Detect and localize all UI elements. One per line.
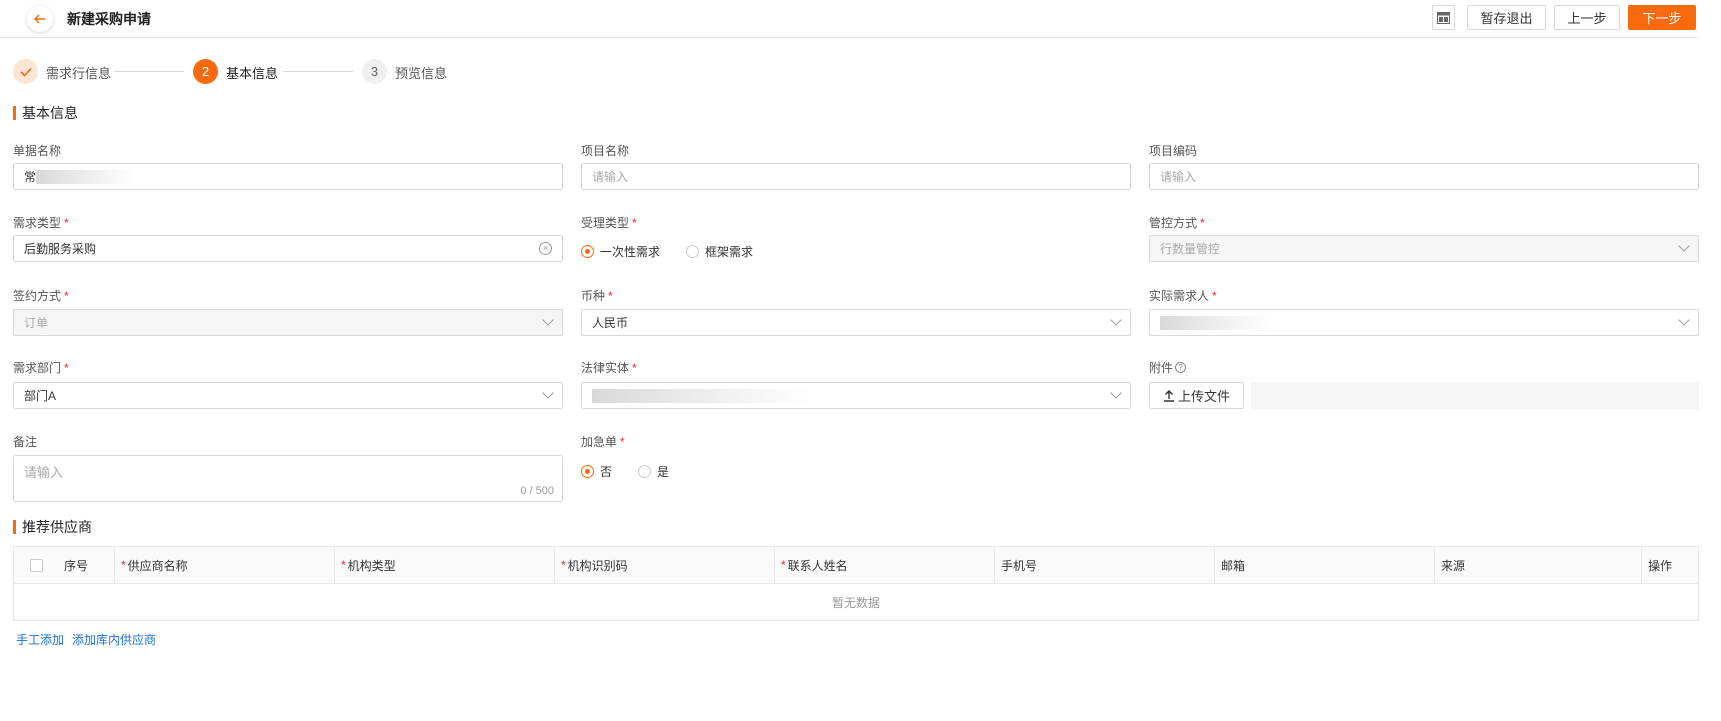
radio-urgent-yes[interactable]: 是 bbox=[638, 463, 669, 480]
urgent-radio-group: 否 是 bbox=[581, 463, 695, 480]
upload-file-button[interactable]: 上传文件 bbox=[1149, 382, 1244, 409]
col-index: 序号 bbox=[64, 558, 89, 573]
chevron-down-icon bbox=[1110, 314, 1122, 326]
project-code-placeholder: 请输入 bbox=[1160, 170, 1197, 184]
chevron-down-icon bbox=[1110, 387, 1122, 399]
currency-value: 人民币 bbox=[592, 316, 629, 330]
chevron-down-icon bbox=[542, 314, 554, 326]
add-from-library-link[interactable]: 添加库内供应商 bbox=[72, 631, 156, 648]
doc-name-input[interactable]: 常 bbox=[13, 163, 563, 190]
project-name-input[interactable]: 请输入 bbox=[581, 163, 1131, 190]
step-3-label: 预览信息 bbox=[395, 66, 448, 81]
prev-step-button[interactable]: 上一步 bbox=[1554, 5, 1620, 30]
step-1-circle bbox=[13, 59, 38, 84]
remark-placeholder: 请输入 bbox=[24, 465, 64, 480]
radio-unchecked-icon bbox=[638, 465, 652, 478]
legal-entity-label: 法律实体 * bbox=[581, 361, 637, 375]
col-phone: 手机号 bbox=[995, 547, 1215, 583]
clear-icon[interactable]: × bbox=[539, 242, 552, 255]
remark-char-counter: 0 / 500 bbox=[520, 485, 554, 497]
select-all-cell: 序号 bbox=[14, 547, 115, 583]
step-2-label: 基本信息 bbox=[226, 66, 279, 81]
actual-requester-label: 实际需求人 * bbox=[1149, 289, 1217, 303]
col-source: 来源 bbox=[1435, 547, 1642, 583]
sign-mode-value: 订单 bbox=[24, 316, 49, 330]
control-mode-value: 行数量管控 bbox=[1160, 242, 1221, 256]
project-code-label: 项目编码 bbox=[1149, 144, 1198, 158]
back-button[interactable] bbox=[27, 6, 53, 32]
remark-textarea[interactable]: 请输入 0 / 500 bbox=[13, 455, 563, 502]
currency-select[interactable]: 人民币 bbox=[581, 309, 1131, 336]
project-code-input[interactable]: 请输入 bbox=[1149, 163, 1699, 190]
save-exit-button[interactable]: 暂存退出 bbox=[1467, 5, 1546, 30]
attachment-label: 附件 ? bbox=[1149, 359, 1187, 376]
radio-one-time[interactable]: 一次性需求 bbox=[581, 243, 660, 260]
radio-urgent-no[interactable]: 否 bbox=[581, 463, 612, 480]
table-header: 序号 * 供应商名称 * 机构类型 * 机构识别码 * 联系人姓名 手机号 邮箱 来源 … bbox=[14, 547, 1698, 584]
project-name-placeholder: 请输入 bbox=[592, 170, 629, 184]
help-icon[interactable]: ? bbox=[1175, 362, 1187, 373]
control-mode-label: 管控方式 * bbox=[1149, 216, 1205, 230]
page-header: 新建采购申请 暂存退出 上一步 下一步 bbox=[0, 0, 1700, 38]
accept-type-label: 受理类型 * bbox=[581, 216, 637, 230]
doc-name-value: 常 bbox=[24, 170, 37, 184]
section-title-suppliers: 推荐供应商 bbox=[13, 520, 92, 534]
radio-framework[interactable]: 框架需求 bbox=[686, 243, 753, 260]
demand-type-value: 后勤服务采购 bbox=[24, 242, 97, 256]
arrow-left-icon bbox=[34, 14, 45, 24]
step-3-circle: 3 bbox=[362, 59, 387, 84]
demand-dept-select[interactable]: 部门A bbox=[13, 382, 563, 409]
demand-type-label: 需求类型 * bbox=[13, 216, 69, 230]
upload-icon bbox=[1163, 389, 1174, 402]
layout-button[interactable] bbox=[1432, 5, 1455, 30]
section-title-basic-info: 基本信息 bbox=[13, 106, 78, 120]
next-step-button[interactable]: 下一步 bbox=[1628, 5, 1696, 30]
project-name-label: 项目名称 bbox=[581, 144, 630, 158]
supplier-table: 序号 * 供应商名称 * 机构类型 * 机构识别码 * 联系人姓名 手机号 邮箱 来源 … bbox=[13, 546, 1699, 621]
step-divider bbox=[283, 71, 353, 72]
step-divider bbox=[114, 71, 184, 72]
control-mode-select: 行数量管控 bbox=[1149, 235, 1699, 262]
layout-icon bbox=[1437, 11, 1450, 24]
redacted-text bbox=[592, 388, 812, 403]
redacted-text bbox=[36, 169, 137, 184]
radio-checked-icon bbox=[581, 245, 594, 258]
chevron-down-icon bbox=[1678, 314, 1690, 326]
accept-type-radio-group: 一次性需求 框架需求 bbox=[581, 243, 779, 260]
col-supplier-name: * 供应商名称 bbox=[115, 547, 335, 583]
currency-label: 币种 * bbox=[581, 289, 613, 303]
col-org-type: * 机构类型 bbox=[335, 547, 555, 583]
col-email: 邮箱 bbox=[1215, 547, 1435, 583]
actual-requester-select[interactable] bbox=[1149, 309, 1699, 336]
upload-file-list bbox=[1251, 382, 1699, 409]
doc-name-label: 单据名称 bbox=[13, 144, 62, 158]
upload-button-label: 上传文件 bbox=[1177, 389, 1230, 404]
chevron-down-icon bbox=[542, 387, 554, 399]
col-contact-name: * 联系人姓名 bbox=[775, 547, 995, 583]
demand-type-select[interactable]: 后勤服务采购 × bbox=[13, 235, 563, 262]
select-all-checkbox[interactable] bbox=[30, 558, 43, 572]
radio-checked-icon bbox=[581, 465, 594, 478]
step-2-circle: 2 bbox=[193, 59, 218, 84]
manual-add-link[interactable]: 手工添加 bbox=[16, 631, 64, 648]
radio-unchecked-icon bbox=[686, 245, 700, 258]
table-empty-text: 暂无数据 bbox=[831, 596, 880, 610]
urgent-label: 加急单 * bbox=[581, 435, 625, 449]
sign-mode-label: 签约方式 * bbox=[13, 289, 69, 303]
demand-dept-label: 需求部门 * bbox=[13, 361, 69, 375]
demand-dept-value: 部门A bbox=[24, 389, 57, 403]
step-1-label: 需求行信息 bbox=[46, 66, 112, 81]
check-icon bbox=[19, 67, 32, 77]
page-title: 新建采购申请 bbox=[67, 11, 151, 27]
chevron-down-icon bbox=[1678, 240, 1690, 252]
sign-mode-select: 订单 bbox=[13, 309, 563, 336]
legal-entity-select[interactable] bbox=[581, 382, 1131, 409]
col-actions: 操作 bbox=[1648, 558, 1673, 573]
step-indicator: 需求行信息 2 基本信息 3 预览信息 bbox=[13, 59, 613, 85]
col-org-code: * 机构识别码 bbox=[555, 547, 775, 583]
redacted-text bbox=[1160, 315, 1270, 330]
remark-label: 备注 bbox=[13, 435, 38, 449]
